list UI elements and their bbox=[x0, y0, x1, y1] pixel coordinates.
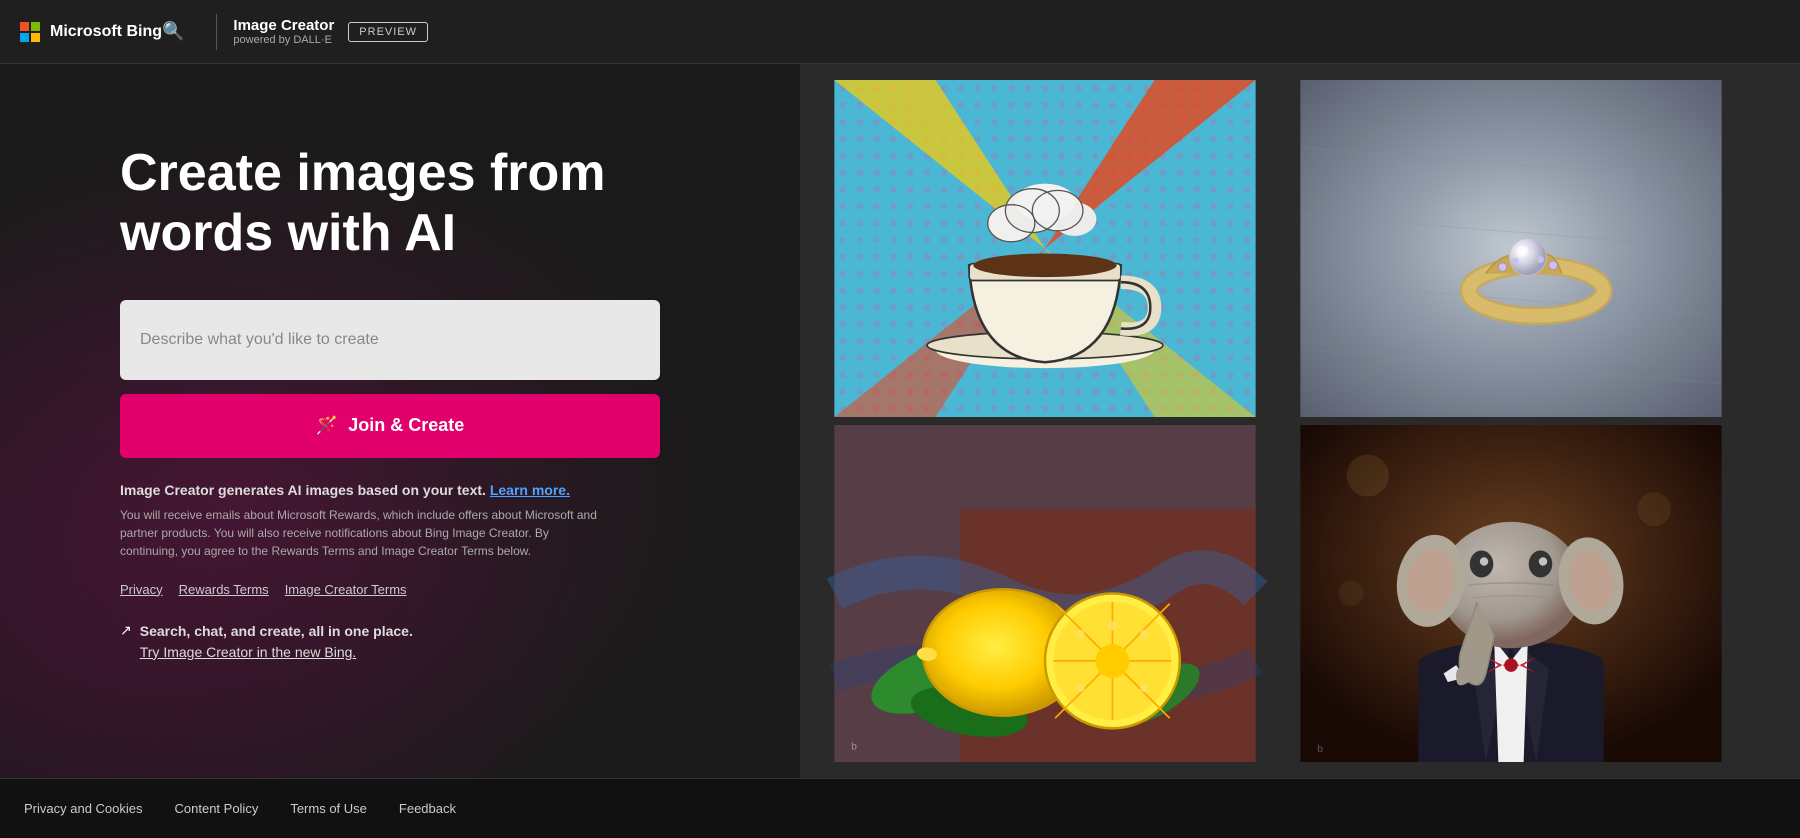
join-create-label: Join & Create bbox=[348, 415, 464, 436]
logo-area: Microsoft Bing bbox=[20, 22, 162, 42]
header-divider bbox=[216, 14, 217, 50]
feedback-link[interactable]: Feedback bbox=[399, 801, 456, 816]
svg-text:b: b bbox=[1317, 744, 1323, 755]
preview-badge: PREVIEW bbox=[348, 22, 428, 42]
new-bing-promo: ↗ Search, chat, and create, all in one p… bbox=[120, 621, 600, 663]
hero-title: Create images from words with AI bbox=[120, 144, 680, 264]
image-tile-ring bbox=[1282, 80, 1740, 417]
image-creator-terms-link[interactable]: Image Creator Terms bbox=[285, 582, 407, 597]
microsoft-logo-icon bbox=[20, 22, 40, 42]
image-grid: b bbox=[800, 64, 1800, 778]
search-input[interactable] bbox=[120, 300, 660, 380]
image-tile-elephant: b bbox=[1282, 425, 1740, 762]
promo-text: Search, chat, and create, all in one pla… bbox=[140, 621, 413, 663]
arrow-icon: ↗ bbox=[120, 622, 132, 639]
image-tile-lemon: b bbox=[816, 425, 1274, 762]
image-creator-subtitle: powered by DALL·E bbox=[233, 34, 334, 46]
learn-more-link[interactable]: Learn more. bbox=[490, 482, 570, 498]
left-panel: Create images from words with AI 🪄 Join … bbox=[0, 64, 800, 778]
content-policy-link[interactable]: Content Policy bbox=[175, 801, 259, 816]
header: Microsoft Bing 🔍 Image Creator powered b… bbox=[0, 0, 1800, 64]
bing-logo-text: Microsoft Bing bbox=[50, 23, 162, 41]
privacy-link[interactable]: Privacy bbox=[120, 582, 163, 597]
info-text-block: Image Creator generates AI images based … bbox=[120, 482, 600, 560]
try-image-creator-link[interactable]: Try Image Creator in the new Bing. bbox=[140, 644, 357, 660]
search-icon[interactable]: 🔍 bbox=[162, 21, 184, 42]
join-create-button[interactable]: 🪄 Join & Create bbox=[120, 394, 660, 458]
terms-links: Privacy Rewards Terms Image Creator Term… bbox=[120, 582, 740, 597]
search-input-wrapper bbox=[120, 300, 660, 380]
svg-text:b: b bbox=[851, 741, 857, 752]
info-bold-line: Image Creator generates AI images based … bbox=[120, 482, 600, 498]
image-creator-title: Image Creator bbox=[233, 17, 334, 34]
info-small-text: You will receive emails about Microsoft … bbox=[120, 506, 600, 560]
wand-icon: 🪄 bbox=[316, 415, 338, 436]
terms-of-use-link[interactable]: Terms of Use bbox=[290, 801, 367, 816]
rewards-terms-link[interactable]: Rewards Terms bbox=[179, 582, 269, 597]
privacy-cookies-link[interactable]: Privacy and Cookies bbox=[24, 801, 143, 816]
image-tile-coffee bbox=[816, 80, 1274, 417]
image-creator-title-block: Image Creator powered by DALL·E bbox=[233, 17, 334, 46]
main-content: Create images from words with AI 🪄 Join … bbox=[0, 64, 1800, 778]
promo-bold-text: Search, chat, and create, all in one pla… bbox=[140, 623, 413, 639]
footer: Privacy and Cookies Content Policy Terms… bbox=[0, 778, 1800, 838]
